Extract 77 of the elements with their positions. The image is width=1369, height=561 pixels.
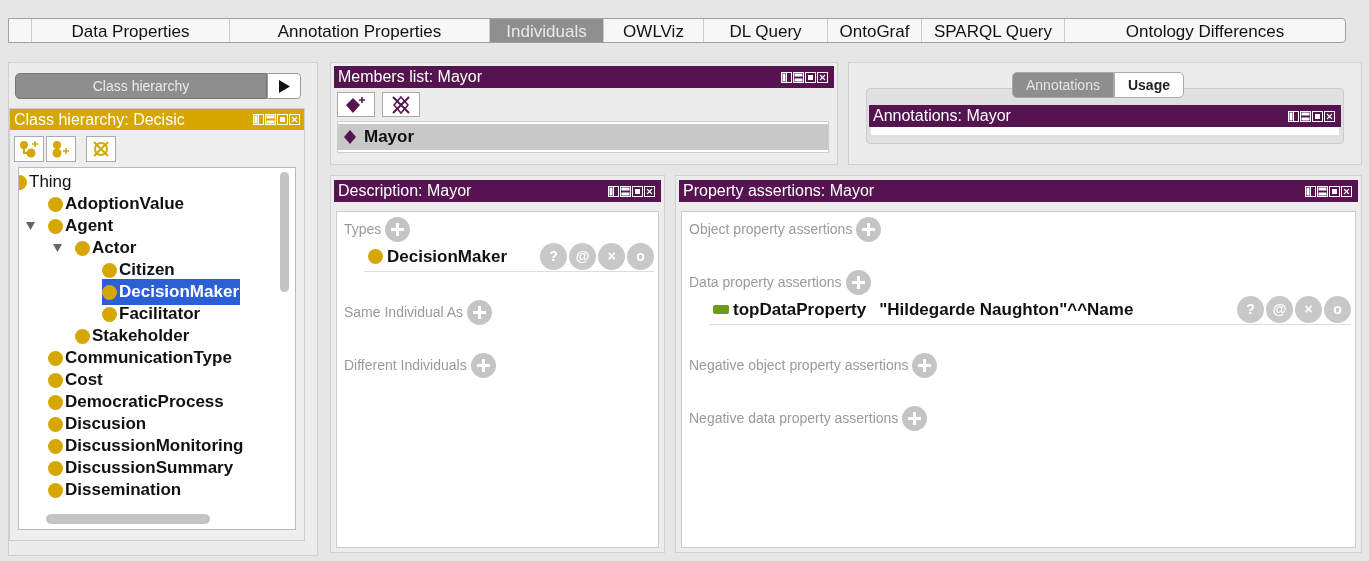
view-title: Property assertions: Mayor bbox=[683, 181, 875, 201]
class-icon bbox=[102, 306, 117, 322]
class-icon bbox=[48, 218, 63, 234]
minimize-icon[interactable] bbox=[1300, 110, 1311, 122]
view-title: Description: Mayor bbox=[338, 181, 472, 201]
split-icon[interactable] bbox=[1305, 185, 1316, 197]
maximize-icon[interactable] bbox=[1312, 110, 1323, 122]
tab[interactable]: SPARQL Query bbox=[921, 19, 1064, 42]
plus-icon bbox=[851, 276, 865, 289]
tab[interactable]: Data Properties bbox=[31, 19, 229, 42]
section-label: Different Individuals bbox=[344, 356, 467, 375]
close-icon[interactable] bbox=[644, 185, 655, 197]
maximize-icon[interactable] bbox=[1329, 185, 1340, 197]
class-icon bbox=[75, 328, 90, 344]
view-title: Class hierarchy: Decisic bbox=[14, 109, 185, 130]
view-title: Members list: Mayor bbox=[338, 67, 483, 87]
split-icon[interactable] bbox=[781, 71, 792, 83]
maximize-icon[interactable] bbox=[805, 71, 816, 83]
tab[interactable]: OWLViz bbox=[603, 19, 703, 42]
individual-icon bbox=[344, 130, 356, 144]
property-value: "Hildegarde Naughton"^^Name bbox=[879, 298, 1134, 321]
add-individual-icon bbox=[345, 95, 367, 114]
section-label: Same Individual As bbox=[344, 303, 464, 322]
close-icon[interactable] bbox=[1324, 110, 1335, 122]
split-icon[interactable] bbox=[1288, 110, 1299, 122]
play-icon bbox=[278, 79, 290, 93]
section-label: Types bbox=[344, 220, 382, 239]
tab[interactable]: DL Query bbox=[703, 19, 827, 42]
horizontal-scrollbar[interactable] bbox=[46, 514, 210, 524]
add-subclass-icon bbox=[19, 140, 39, 158]
add-sibling-icon bbox=[51, 140, 71, 158]
class-icon bbox=[48, 482, 63, 498]
class-icon bbox=[48, 196, 63, 212]
member-item[interactable]: Mayor bbox=[338, 124, 828, 150]
plus-icon bbox=[862, 223, 876, 236]
close-icon[interactable] bbox=[1341, 185, 1352, 197]
expanded-arrow-icon[interactable] bbox=[26, 222, 35, 230]
view-title: Annotations: Mayor bbox=[873, 106, 1011, 126]
tab[interactable]: Usage bbox=[1113, 72, 1184, 98]
delete-individual-icon bbox=[390, 94, 412, 115]
plus-icon bbox=[391, 223, 405, 236]
split-icon[interactable] bbox=[608, 185, 619, 197]
class-icon bbox=[48, 350, 63, 366]
plus-icon bbox=[476, 359, 490, 372]
expanded-arrow-icon[interactable] bbox=[53, 244, 62, 252]
add-individual-button[interactable] bbox=[337, 92, 375, 117]
class-icon bbox=[368, 249, 383, 264]
close-icon[interactable] bbox=[817, 71, 828, 83]
class-icon bbox=[48, 438, 63, 454]
minimize-icon[interactable] bbox=[793, 71, 804, 83]
plus-icon bbox=[918, 359, 932, 372]
class-icon bbox=[48, 416, 63, 432]
tree-item[interactable]: DecisionMaker bbox=[102, 279, 240, 305]
plus-icon bbox=[473, 306, 487, 319]
section-label: Negative object property assertions bbox=[689, 356, 909, 375]
class-icon bbox=[48, 372, 63, 388]
section-label: Data property assertions bbox=[689, 273, 842, 292]
class-name: DecisionMaker bbox=[387, 245, 507, 268]
class-icon bbox=[48, 460, 63, 476]
section-label: Negative data property assertions bbox=[689, 409, 899, 428]
class-icon bbox=[75, 240, 90, 256]
vertical-scrollbar[interactable] bbox=[280, 172, 289, 292]
section-label: Object property assertions bbox=[689, 220, 853, 239]
maximize-icon[interactable] bbox=[632, 185, 643, 197]
class-icon bbox=[102, 284, 117, 300]
delete-individual-button[interactable] bbox=[382, 92, 420, 117]
property-name: topDataProperty bbox=[733, 298, 867, 321]
class-icon bbox=[48, 394, 63, 410]
tab[interactable]: OntoGraf bbox=[827, 19, 921, 42]
data-property-icon bbox=[713, 305, 729, 314]
plus-icon bbox=[908, 412, 922, 425]
class-icon bbox=[102, 262, 117, 278]
delete-class-icon bbox=[91, 140, 111, 158]
tab[interactable]: Ontology Differences bbox=[1064, 19, 1345, 42]
minimize-icon[interactable] bbox=[1317, 185, 1328, 197]
minimize-icon[interactable] bbox=[620, 185, 631, 197]
play-button[interactable] bbox=[267, 73, 301, 99]
